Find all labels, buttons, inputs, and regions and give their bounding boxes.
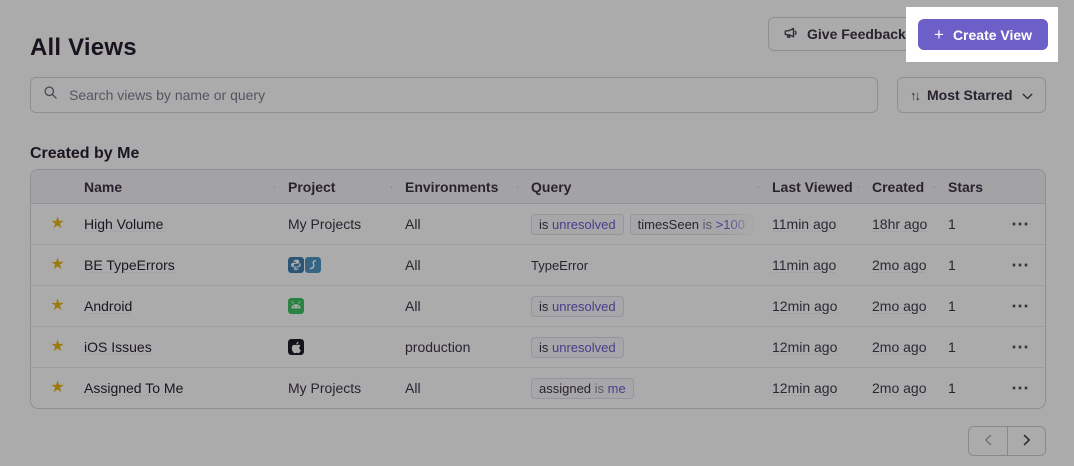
all-views-page: All Views Give Feedback ↑↓ Most Starred …	[0, 0, 1074, 466]
create-view-label: Create View	[953, 27, 1032, 43]
plus-icon: +	[934, 26, 944, 43]
create-view-button[interactable]: + Create View	[918, 19, 1048, 50]
dim-overlay	[0, 0, 1074, 466]
